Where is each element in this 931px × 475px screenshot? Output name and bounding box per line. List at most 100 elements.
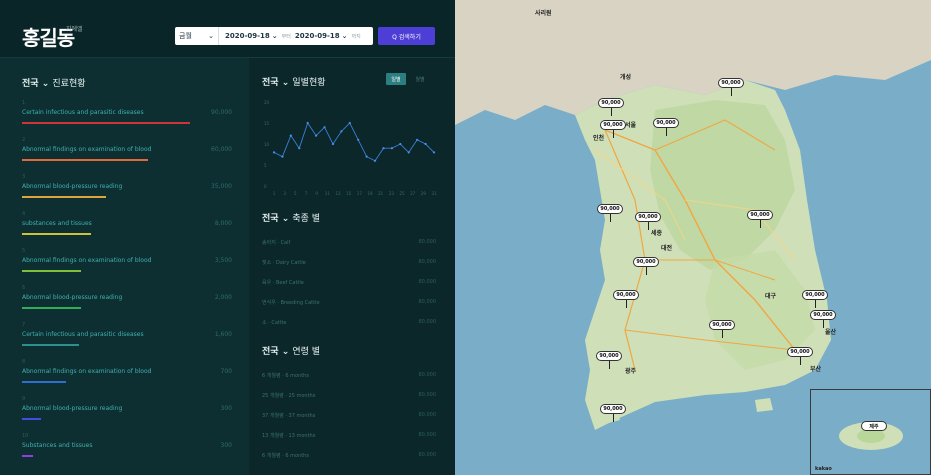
region-select[interactable]: 전국 xyxy=(22,79,39,89)
map-pin[interactable]: 90,000 xyxy=(597,204,623,214)
chevron-down-icon[interactable]: ⌄ xyxy=(42,79,50,89)
disease-value: 1,600 xyxy=(214,331,232,338)
livestock-row[interactable]: 젖소 · Dairy Cattle 80,000 xyxy=(262,253,436,273)
disease-row[interactable]: 3 Abnormal blood-pressure reading 35,000 xyxy=(22,174,232,211)
data-point[interactable] xyxy=(399,142,402,146)
disease-row[interactable]: 1 Certain infectious and parasitic diseas… xyxy=(22,100,232,137)
data-point[interactable] xyxy=(382,147,385,150)
data-point[interactable] xyxy=(331,142,335,146)
data-point[interactable] xyxy=(340,130,343,133)
disease-bar xyxy=(22,270,81,272)
daily-title-label: 일별현황 xyxy=(292,78,326,88)
livestock-row-label: 젖소 · Dairy Cattle xyxy=(262,260,306,266)
date-start-field[interactable]: 2020-09-18 ⌄ xyxy=(219,32,278,40)
disease-row[interactable]: 2 Abnormal findings on examination of blo… xyxy=(22,137,232,174)
disease-rank: 5 xyxy=(22,248,26,254)
daily-line-chart: 201510501 3 5 7 9 11 13 15 17 19 21 23 25 27 29 31 xyxy=(264,100,437,196)
data-point[interactable] xyxy=(365,155,368,158)
data-point[interactable] xyxy=(407,151,410,154)
map-pin[interactable]: 90,000 xyxy=(802,290,828,300)
toggle-monthly[interactable]: 월별 xyxy=(410,73,430,85)
chevron-down-icon[interactable]: ⌄ xyxy=(282,78,290,88)
data-point[interactable] xyxy=(323,126,326,129)
disease-value: 3,500 xyxy=(214,257,232,264)
livestock-row[interactable]: 송아지 · Calf 80,000 xyxy=(262,233,436,253)
region-select[interactable]: 전국 xyxy=(262,347,279,357)
city-label-busan: 부산 xyxy=(810,366,822,373)
map-pin[interactable]: 90,000 xyxy=(613,290,639,300)
korea-map[interactable]: 90,000 90,000 90,000 90,000 90,000 90,000 90,0… xyxy=(455,0,931,475)
livestock-row-label: 소 · Cattle xyxy=(262,320,287,326)
disease-rank: 2 xyxy=(22,137,26,143)
period-select-value: 금월 xyxy=(179,32,192,40)
map-pin[interactable]: 90,000 xyxy=(653,118,679,128)
map-pin[interactable]: 90,000 xyxy=(598,98,624,108)
map-pin[interactable]: 90,000 xyxy=(596,351,622,361)
map-pin[interactable]: 90,000 xyxy=(747,210,773,220)
data-point[interactable] xyxy=(416,138,419,141)
disease-value: 60,000 xyxy=(211,146,232,153)
age-row[interactable]: 25 개월령 · 25 months 80,000 xyxy=(262,386,436,406)
disease-value: 35,000 xyxy=(211,183,232,190)
age-row-value: 80,000 xyxy=(418,412,437,418)
logo-subtitle: 지에엘 xyxy=(66,26,83,33)
x-tick-label: 29 xyxy=(421,191,427,196)
age-row[interactable]: 37 개월령 · 37 months 80,000 xyxy=(262,406,436,426)
search-button[interactable]: Q 검색하기 xyxy=(378,27,435,45)
map-pin[interactable]: 90,000 xyxy=(633,257,659,267)
disease-row[interactable]: 9 Abnormal blood-pressure reading 300 xyxy=(22,396,232,433)
x-tick-label: 9 xyxy=(315,191,318,196)
data-point[interactable] xyxy=(348,121,351,125)
data-point[interactable] xyxy=(357,138,360,141)
livestock-row[interactable]: 번식우 · Breeding Cattle 80,000 xyxy=(262,293,436,313)
x-tick-label: 5 xyxy=(294,191,297,196)
map-pin[interactable]: 90,000 xyxy=(600,120,626,130)
date-start-value: 2020-09-18 xyxy=(225,32,270,40)
disease-name: Abnormal blood-pressure reading xyxy=(22,183,123,190)
data-point[interactable] xyxy=(315,134,318,137)
disease-name: Abnormal findings on examination of bloo… xyxy=(22,368,152,375)
disease-row[interactable]: 10 Substances and tissues 300 xyxy=(22,433,232,470)
data-point[interactable] xyxy=(298,147,301,150)
region-select[interactable]: 전국 xyxy=(262,78,279,88)
age-row[interactable]: 6 개월령 · 6 months 80,000 xyxy=(262,446,436,466)
chevron-down-icon[interactable]: ⌄ xyxy=(282,214,290,224)
city-label-ulsan: 울산 xyxy=(825,329,837,336)
data-point[interactable] xyxy=(432,151,436,154)
map-pin-jeju[interactable]: 제주 xyxy=(861,421,887,431)
y-tick-label: 10 xyxy=(264,142,270,147)
data-point[interactable] xyxy=(390,147,393,150)
date-end-field[interactable]: 2020-09-18 ⌄ xyxy=(295,32,348,40)
disease-row[interactable]: 4 substances and tissues 8,000 xyxy=(22,211,232,248)
map-pin[interactable]: 90,000 xyxy=(718,78,744,88)
toggle-daily[interactable]: 일별 xyxy=(386,73,406,85)
disease-bar xyxy=(22,196,106,198)
livestock-row[interactable]: 육우 · Beef Cattle 80,000 xyxy=(262,273,436,293)
disease-row[interactable]: 8 Abnormal findings on examination of blo… xyxy=(22,359,232,396)
period-select[interactable]: 금월 ⌄ xyxy=(175,27,219,45)
map-pin[interactable]: 90,000 xyxy=(709,320,735,330)
map-pin[interactable]: 90,000 xyxy=(787,347,813,357)
chevron-down-icon[interactable]: ⌄ xyxy=(282,347,290,357)
data-point[interactable] xyxy=(281,155,284,158)
age-row-label: 6 개월령 · 6 months xyxy=(262,453,309,459)
city-label-daegu: 대구 xyxy=(765,293,777,300)
data-point[interactable] xyxy=(272,151,276,154)
map-pin[interactable]: 90,000 xyxy=(635,212,661,222)
map-pin[interactable]: 90,000 xyxy=(810,310,836,320)
city-label-incheon: 인천 xyxy=(593,135,605,142)
disease-bar xyxy=(22,344,79,346)
data-point[interactable] xyxy=(306,121,309,125)
age-row[interactable]: 13 개월령 · 13 months 80,000 xyxy=(262,426,436,446)
age-row[interactable]: 6 개월령 · 6 months 80,000 xyxy=(262,366,436,386)
livestock-row[interactable]: 소 · Cattle 80,000 xyxy=(262,313,436,333)
data-point[interactable] xyxy=(373,159,377,162)
disease-name: substances and tissues xyxy=(22,220,92,227)
data-point[interactable] xyxy=(424,142,427,146)
map-pin[interactable]: 90,000 xyxy=(600,404,626,414)
disease-row[interactable]: 6 Abnormal blood-pressure reading 2,000 xyxy=(22,285,232,322)
region-select[interactable]: 전국 xyxy=(262,214,279,224)
data-point[interactable] xyxy=(289,134,292,137)
disease-row[interactable]: 5 Abnormal findings on examination of blo… xyxy=(22,248,232,285)
disease-row[interactable]: 7 Certain infectious and parasitic diseas… xyxy=(22,322,232,359)
